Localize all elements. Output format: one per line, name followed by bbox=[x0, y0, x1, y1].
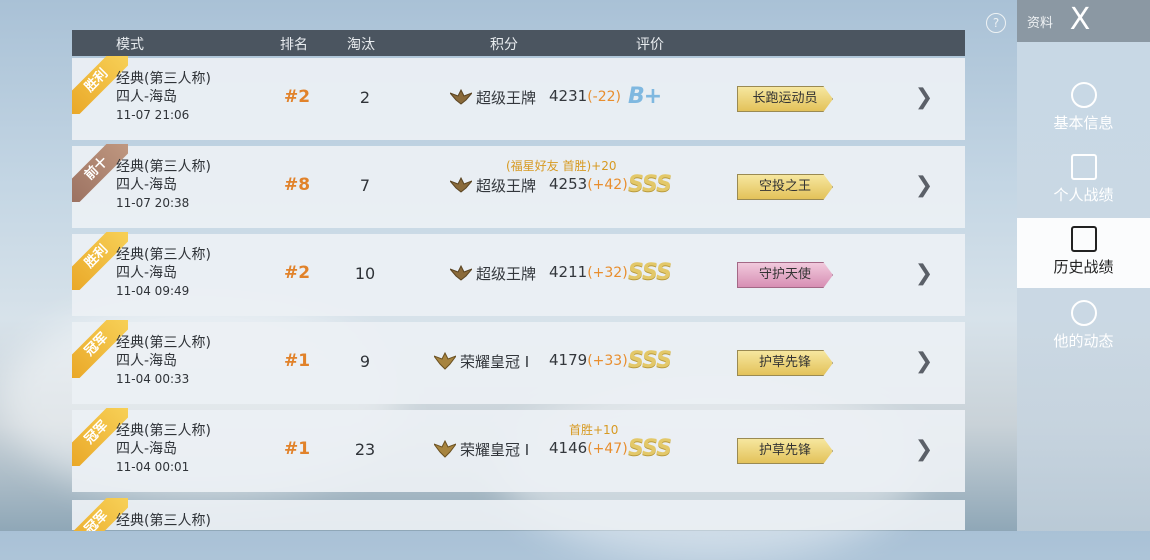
match-rank: #2 bbox=[283, 87, 311, 107]
sidebar-item-activity[interactable]: 他的动态 bbox=[1017, 300, 1150, 366]
match-mode: 经典(第三人称) bbox=[116, 513, 211, 529]
match-row[interactable]: 胜利 经典(第三人称) 四人-海岛 11-04 09:49 #2 10 超级王牌 4… bbox=[72, 232, 965, 316]
col-mode: 模式 bbox=[116, 37, 144, 53]
grade-rating: B+ bbox=[628, 84, 662, 109]
grade-rating: SSS bbox=[628, 260, 672, 285]
col-rating: 评价 bbox=[636, 37, 664, 53]
chevron-right-icon[interactable]: ❯ bbox=[914, 261, 934, 287]
grade-rating: SSS bbox=[628, 172, 672, 197]
chevron-right-icon[interactable]: ❯ bbox=[914, 173, 934, 199]
match-rank: #2 bbox=[283, 263, 311, 283]
sidebar-item-label: 基本信息 bbox=[1053, 114, 1114, 132]
sidebar-item-label: 他的动态 bbox=[1053, 332, 1114, 350]
match-mode: 经典(第三人称) 四人-海岛 11-07 20:38 bbox=[116, 159, 211, 210]
sidebar-item-label: 个人战绩 bbox=[1053, 186, 1114, 204]
match-score: 4146(+47) bbox=[549, 439, 628, 457]
title-badge: 护草先锋 bbox=[737, 438, 833, 464]
sidebar-item-basic-info[interactable]: 基本信息 bbox=[1017, 82, 1150, 148]
title-badge: 守护天使 bbox=[737, 262, 833, 288]
tier-name: 荣耀皇冠 I bbox=[460, 441, 530, 459]
activity-icon bbox=[1070, 300, 1097, 326]
tier-name: 超级王牌 bbox=[476, 177, 537, 195]
match-mode: 经典(第三人称) 四人-海岛 11-04 00:33 bbox=[116, 335, 211, 386]
match-kills: 9 bbox=[359, 352, 371, 371]
match-rank: #1 bbox=[283, 351, 311, 371]
match-row[interactable]: 前十 经典(第三人称) 四人-海岛 11-07 20:38 #8 7 (福星好友 首… bbox=[72, 144, 965, 228]
tier-wings-icon bbox=[450, 88, 472, 105]
grade-rating: SSS bbox=[628, 436, 672, 461]
tier-wings-icon bbox=[450, 176, 472, 193]
sidebar-item-personal-stats[interactable]: 个人战绩 bbox=[1017, 154, 1150, 220]
col-rank: 排名 bbox=[280, 37, 308, 53]
close-icon[interactable]: X bbox=[1065, 2, 1095, 38]
chevron-right-icon[interactable]: ❯ bbox=[914, 349, 934, 375]
col-score: 积分 bbox=[490, 37, 518, 53]
match-mode: 经典(第三人称) 四人-海岛 11-04 09:49 bbox=[116, 247, 211, 298]
table-header: 模式 排名 淘汰 积分 评价 bbox=[72, 30, 965, 56]
bonus-text: (福星好友 首胜)+20 bbox=[506, 159, 617, 173]
grade-rating: SSS bbox=[628, 348, 672, 373]
match-row[interactable]: 冠军 经典(第三人称) 四人-海岛 11-04 00:33 #1 9 荣耀皇冠 I … bbox=[72, 320, 965, 404]
match-rank: #8 bbox=[283, 175, 311, 195]
stats-icon bbox=[1070, 154, 1097, 180]
profile-label[interactable]: 资料 bbox=[1027, 12, 1053, 31]
match-score: 4179(+33) bbox=[549, 351, 628, 369]
bonus-text: 首胜+10 bbox=[569, 423, 619, 437]
chevron-right-icon[interactable]: ❯ bbox=[914, 85, 934, 111]
match-kills: 7 bbox=[359, 176, 371, 195]
match-mode: 经典(第三人称) 四人-海岛 11-04 00:01 bbox=[116, 423, 211, 474]
tier-name: 荣耀皇冠 I bbox=[460, 353, 530, 371]
match-rank: #1 bbox=[283, 439, 311, 459]
match-kills: 10 bbox=[354, 264, 376, 283]
tier-name: 超级王牌 bbox=[476, 89, 537, 107]
history-icon bbox=[1070, 226, 1097, 252]
title-badge: 护草先锋 bbox=[737, 350, 833, 376]
user-icon bbox=[1070, 82, 1097, 108]
col-kills: 淘汰 bbox=[347, 37, 375, 53]
match-score: 4231(-22) bbox=[549, 87, 621, 105]
match-score: 4253(+42) bbox=[549, 175, 628, 193]
crown-wings-icon bbox=[434, 440, 456, 458]
help-icon[interactable]: ? bbox=[986, 13, 1006, 33]
match-kills: 23 bbox=[354, 440, 376, 459]
chevron-right-icon[interactable]: ❯ bbox=[914, 437, 934, 463]
history-panel: 模式 排名 淘汰 积分 评价 胜利 经典(第三人称) 四人-海岛 11-07 21:… bbox=[72, 30, 965, 531]
match-score: 4211(+32) bbox=[549, 263, 628, 281]
match-mode: 经典(第三人称) 四人-海岛 11-07 21:06 bbox=[116, 71, 211, 122]
sidebar: 资料 X 基本信息 个人战绩 历史战绩 他的动态 bbox=[1017, 0, 1150, 531]
sidebar-item-history[interactable]: 历史战绩 bbox=[1017, 218, 1150, 288]
match-kills: 2 bbox=[359, 88, 371, 107]
crown-wings-icon bbox=[434, 352, 456, 370]
title-badge: 长跑运动员 bbox=[737, 86, 833, 112]
match-row[interactable]: 胜利 经典(第三人称) 四人-海岛 11-07 21:06 #2 2 超级王牌 42… bbox=[72, 56, 965, 140]
sidebar-item-label: 历史战绩 bbox=[1053, 258, 1114, 276]
tier-wings-icon bbox=[450, 264, 472, 281]
match-row[interactable]: 冠军 经典(第三人称) bbox=[72, 498, 965, 531]
sidebar-top: 资料 X bbox=[1017, 0, 1150, 42]
match-row[interactable]: 冠军 经典(第三人称) 四人-海岛 11-04 00:01 #1 23 首胜+10 … bbox=[72, 408, 965, 492]
tier-name: 超级王牌 bbox=[476, 265, 537, 283]
title-badge: 空投之王 bbox=[737, 174, 833, 200]
